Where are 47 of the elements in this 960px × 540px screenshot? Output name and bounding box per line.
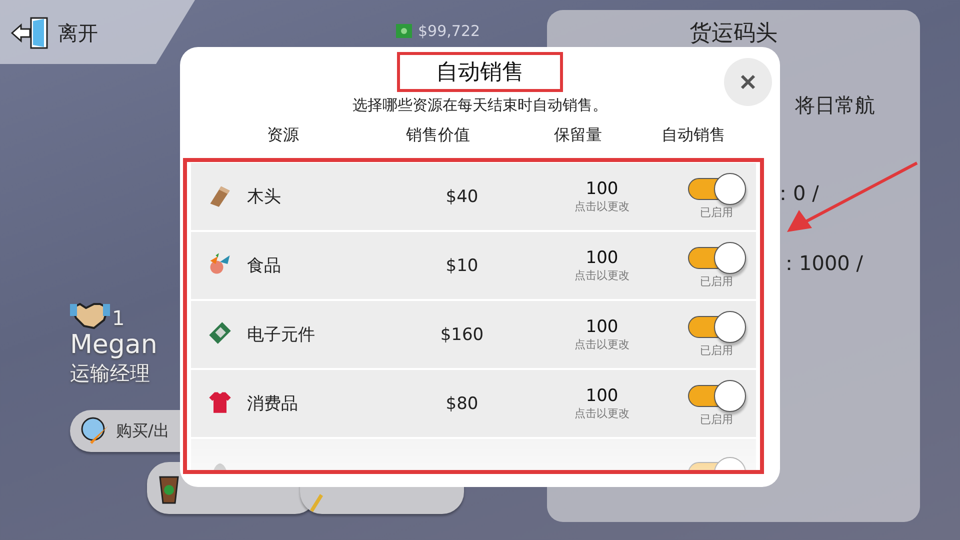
money-amount: $99,722 bbox=[418, 22, 480, 40]
sell-price: $10 bbox=[444, 256, 480, 276]
resource-row[interactable]: 电子元件 $160 100 点击以更改 已启用 bbox=[191, 301, 756, 368]
resource-row[interactable]: 食品 $10 100 点击以更改 已启用 bbox=[191, 232, 756, 299]
cash-icon bbox=[396, 24, 412, 38]
manager-role: 运输经理 bbox=[70, 360, 151, 387]
panel-text: ：0 / bbox=[773, 180, 819, 207]
column-header: 销售价值 bbox=[405, 125, 471, 146]
resource-row[interactable]: 木头 $40 100 点击以更改 已启用 bbox=[191, 163, 756, 230]
panel-title: 货运码头 bbox=[688, 20, 778, 48]
handshake-icon bbox=[70, 300, 110, 330]
exit-button[interactable]: 离开 bbox=[8, 14, 100, 52]
toggle-status: 已启用 bbox=[700, 274, 733, 289]
manager-name: Megan bbox=[70, 330, 158, 360]
reserve-field[interactable]: 100 点击以更改 bbox=[527, 179, 677, 214]
resource-row[interactable]: 消费品 $80 100 点击以更改 已启用 bbox=[191, 370, 756, 437]
circuit-board-icon bbox=[207, 320, 233, 346]
toggle-status: 已启用 bbox=[700, 205, 733, 220]
column-header: 资源 bbox=[266, 125, 300, 146]
column-header: 保留量 bbox=[553, 125, 603, 146]
resource-name: 木头 bbox=[247, 186, 282, 208]
resource-name: 消费品 bbox=[247, 393, 299, 415]
auto-sell-toggle[interactable] bbox=[688, 242, 746, 274]
close-icon bbox=[740, 74, 756, 90]
panel-text: 将日常航 bbox=[795, 92, 875, 119]
dialog-title: 自动销售 bbox=[397, 52, 563, 92]
sell-price: $80 bbox=[444, 394, 480, 414]
reserve-field[interactable]: 100 点击以更改 bbox=[527, 248, 677, 283]
toggle-status: 已启用 bbox=[700, 412, 733, 427]
sell-price: $160 bbox=[439, 324, 485, 344]
resource-name: 电子元件 bbox=[247, 324, 316, 346]
close-button[interactable] bbox=[724, 58, 772, 106]
sell-price: $40 bbox=[444, 186, 480, 206]
dialog-subtitle: 选择哪些资源在每天结束时自动销售。 bbox=[352, 96, 608, 115]
auto-sell-toggle[interactable] bbox=[688, 380, 746, 412]
resource-name: 食品 bbox=[247, 255, 282, 277]
reserve-field[interactable]: 100 点击以更改 bbox=[527, 386, 677, 421]
tool-icon bbox=[310, 494, 323, 512]
globe-carrot-icon bbox=[80, 416, 110, 446]
auto-sell-toggle[interactable] bbox=[688, 173, 746, 205]
toggle-status: 已启用 bbox=[700, 343, 733, 358]
auto-sell-toggle[interactable] bbox=[688, 311, 746, 343]
reserve-field[interactable]: 100 点击以更改 bbox=[527, 317, 677, 352]
panel-text: ：1000 / bbox=[779, 250, 863, 277]
column-header: 自动销售 bbox=[660, 125, 726, 146]
manager-level: 1 bbox=[112, 306, 125, 330]
exit-door-icon bbox=[10, 16, 50, 50]
